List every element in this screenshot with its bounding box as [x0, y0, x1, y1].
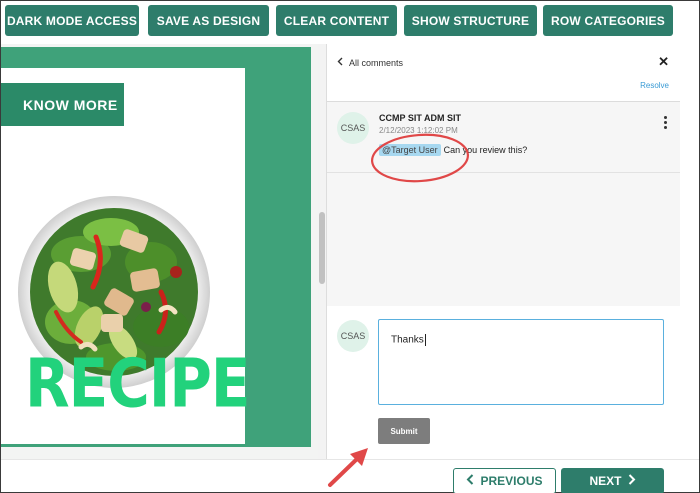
next-label: NEXT	[589, 474, 622, 488]
comment-timestamp: 2/12/2023 1:12:02 PM	[379, 126, 458, 135]
reply-textarea[interactable]: Thanks	[378, 319, 664, 405]
avatar: CSAS	[337, 112, 369, 144]
chevron-left-icon	[466, 474, 474, 488]
comments-panel: All comments ✕ Resolve CSAS CCMP SIT ADM…	[326, 44, 680, 459]
comment-text: @Target User Can you review this?	[379, 144, 527, 156]
submit-button[interactable]: Submit	[378, 418, 430, 444]
dark-mode-access-button[interactable]: DARK MODE ACCESS	[5, 5, 139, 36]
comment-message: Can you review this?	[443, 145, 528, 155]
reply-section: CSAS Thanks Submit	[327, 306, 680, 459]
bottom-navigation: PREVIOUS NEXT	[1, 459, 699, 493]
know-more-button[interactable]: KNOW MORE	[1, 83, 124, 126]
mention-tag[interactable]: @Target User	[379, 144, 441, 156]
all-comments-link[interactable]: All comments	[337, 57, 403, 68]
scrollbar-thumb[interactable]	[319, 212, 325, 284]
previous-label: PREVIOUS	[480, 474, 543, 488]
all-comments-label: All comments	[349, 57, 404, 68]
design-canvas: KNOW MORE RECIPE	[1, 44, 319, 459]
comment-item: CSAS CCMP SIT ADM SIT 2/12/2023 1:12:02 …	[327, 102, 680, 173]
show-structure-button[interactable]: SHOW STRUCTURE	[404, 5, 537, 36]
comment-author: CCMP SIT ADM SIT	[379, 113, 462, 123]
clear-content-button[interactable]: CLEAR CONTENT	[276, 5, 397, 36]
recipe-heading: RECIPE	[25, 344, 251, 423]
toolbar: DARK MODE ACCESS SAVE AS DESIGN CLEAR CO…	[1, 1, 699, 44]
chevron-right-icon	[628, 474, 636, 488]
reply-value: Thanks	[391, 334, 424, 346]
next-button[interactable]: NEXT	[561, 468, 664, 493]
canvas-scrollbar[interactable]	[318, 44, 326, 459]
more-options-icon[interactable]	[664, 116, 668, 129]
previous-button[interactable]: PREVIOUS	[453, 468, 556, 493]
chevron-left-icon	[337, 57, 343, 68]
close-icon[interactable]: ✕	[658, 54, 669, 70]
avatar: CSAS	[337, 320, 369, 352]
row-categories-button[interactable]: ROW CATEGORIES	[543, 5, 673, 36]
resolve-link[interactable]: Resolve	[640, 81, 669, 90]
save-as-design-button[interactable]: SAVE AS DESIGN	[148, 5, 269, 36]
